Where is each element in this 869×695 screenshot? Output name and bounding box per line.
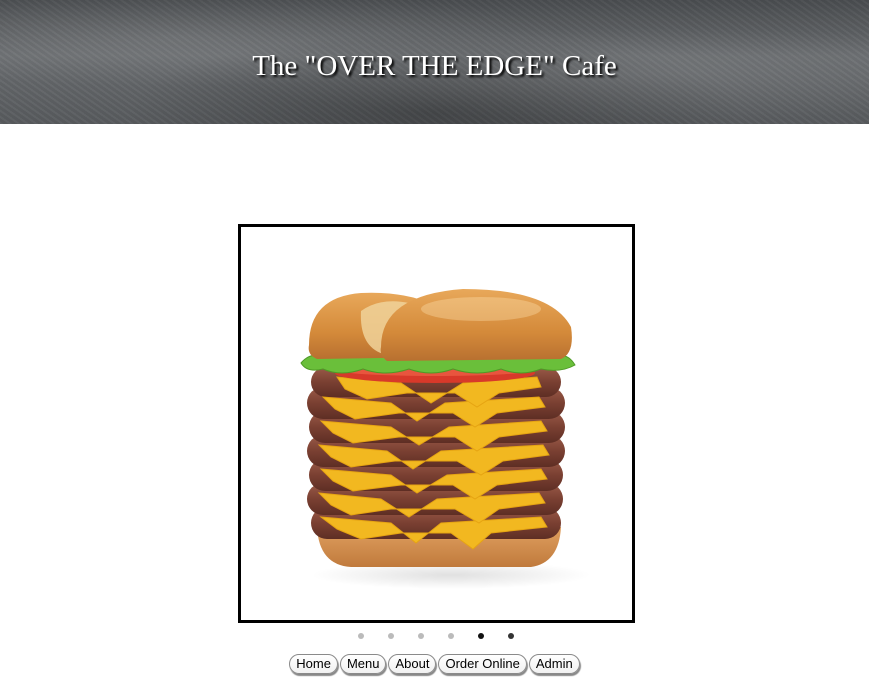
slide-dot-4[interactable] (448, 633, 454, 639)
site-title: The "OVER THE EDGE" Cafe (252, 50, 617, 82)
main-nav: Home Menu About Order Online Admin (0, 654, 869, 674)
nav-about-button[interactable]: About (388, 654, 437, 674)
stacked-cheeseburger-image (300, 289, 591, 589)
nav-menu-button[interactable]: Menu (339, 654, 387, 674)
nav-order-online-button[interactable]: Order Online (438, 654, 527, 674)
slide-dot-5[interactable] (478, 633, 484, 639)
nav-admin-button[interactable]: Admin (528, 654, 580, 674)
slide-dot-6[interactable] (508, 633, 514, 639)
slideshow-frame (238, 224, 635, 623)
slide-dot-2[interactable] (388, 633, 394, 639)
slide-dot-3[interactable] (418, 633, 424, 639)
slide-dot-1[interactable] (358, 633, 364, 639)
nav-home-button[interactable]: Home (289, 654, 338, 674)
slideshow-indicators (0, 633, 869, 643)
site-header: The "OVER THE EDGE" Cafe (0, 0, 869, 124)
